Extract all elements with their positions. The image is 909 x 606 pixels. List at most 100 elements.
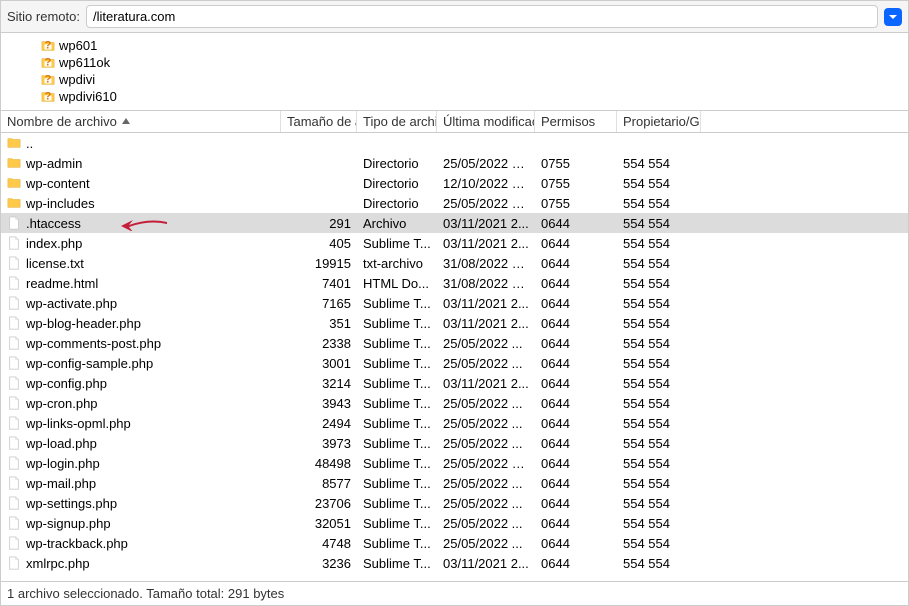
cell-owner: 554 554 xyxy=(617,376,701,391)
remote-tree-panel: ? wp601 ? wp611ok ? wpdivi ? wpdivi610 xyxy=(1,33,908,111)
tree-item[interactable]: ? wp611ok xyxy=(41,54,908,71)
file-icon xyxy=(7,536,21,550)
file-row[interactable]: wp-config-sample.php 3001 Sublime T... 2… xyxy=(1,353,908,373)
file-row[interactable]: wp-load.php 3973 Sublime T... 25/05/2022… xyxy=(1,433,908,453)
file-row[interactable]: wp-blog-header.php 351 Sublime T... 03/1… xyxy=(1,313,908,333)
file-row[interactable]: wp-content Directorio 12/10/2022 0... 07… xyxy=(1,173,908,193)
svg-text:?: ? xyxy=(45,90,52,102)
file-row[interactable]: wp-mail.php 8577 Sublime T... 25/05/2022… xyxy=(1,473,908,493)
cell-permissions: 0644 xyxy=(535,556,617,571)
file-name-label: .htaccess xyxy=(26,216,81,231)
file-row[interactable]: wp-activate.php 7165 Sublime T... 03/11/… xyxy=(1,293,908,313)
remote-site-label: Sitio remoto: xyxy=(7,9,80,24)
file-row[interactable]: .. xyxy=(1,133,908,153)
cell-name: wp-config.php xyxy=(1,376,281,391)
cell-type: Sublime T... xyxy=(357,236,437,251)
column-header-name[interactable]: Nombre de archivo xyxy=(1,111,281,132)
cell-date: 03/11/2021 2... xyxy=(437,556,535,571)
cell-type: Sublime T... xyxy=(357,456,437,471)
cell-owner: 554 554 xyxy=(617,536,701,551)
file-row[interactable]: wp-trackback.php 4748 Sublime T... 25/05… xyxy=(1,533,908,553)
tree-item[interactable]: ? wpdivi610 xyxy=(41,88,908,105)
column-header-size[interactable]: Tamaño de ar xyxy=(281,111,357,132)
cell-size: 23706 xyxy=(281,496,357,511)
file-name-label: wp-trackback.php xyxy=(26,536,128,551)
file-row[interactable]: wp-cron.php 3943 Sublime T... 25/05/2022… xyxy=(1,393,908,413)
cell-name: .. xyxy=(1,136,281,151)
cell-owner: 554 554 xyxy=(617,476,701,491)
cell-name: wp-load.php xyxy=(1,436,281,451)
cell-size: 3236 xyxy=(281,556,357,571)
cell-size: 7401 xyxy=(281,276,357,291)
file-row[interactable]: wp-signup.php 32051 Sublime T... 25/05/2… xyxy=(1,513,908,533)
file-row[interactable]: wp-login.php 48498 Sublime T... 25/05/20… xyxy=(1,453,908,473)
tree-item[interactable]: ? wp601 xyxy=(41,37,908,54)
column-header-permissions[interactable]: Permisos xyxy=(535,111,617,132)
cell-permissions: 0644 xyxy=(535,256,617,271)
cell-type: HTML Do... xyxy=(357,276,437,291)
file-row[interactable]: wp-links-opml.php 2494 Sublime T... 25/0… xyxy=(1,413,908,433)
folder-icon xyxy=(7,136,21,150)
folder-unknown-icon: ? xyxy=(41,56,55,70)
file-list[interactable]: .. wp-admin Directorio 25/05/2022 0... 0… xyxy=(1,133,908,581)
file-row[interactable]: wp-settings.php 23706 Sublime T... 25/05… xyxy=(1,493,908,513)
cell-permissions: 0644 xyxy=(535,496,617,511)
cell-permissions: 0644 xyxy=(535,356,617,371)
cell-date: 25/05/2022 ... xyxy=(437,476,535,491)
cell-name: license.txt xyxy=(1,256,281,271)
cell-permissions: 0755 xyxy=(535,196,617,211)
cell-permissions: 0644 xyxy=(535,296,617,311)
tree-item-label: wp611ok xyxy=(59,55,110,70)
cell-owner: 554 554 xyxy=(617,156,701,171)
file-row[interactable]: xmlrpc.php 3236 Sublime T... 03/11/2021 … xyxy=(1,553,908,573)
cell-size: 351 xyxy=(281,316,357,331)
remote-path-input[interactable] xyxy=(86,5,878,28)
cell-type: Sublime T... xyxy=(357,396,437,411)
file-row[interactable]: license.txt 19915 txt-archivo 31/08/2022… xyxy=(1,253,908,273)
cell-permissions: 0644 xyxy=(535,516,617,531)
folder-unknown-icon: ? xyxy=(41,39,55,53)
cell-type: Sublime T... xyxy=(357,556,437,571)
file-name-label: index.php xyxy=(26,236,82,251)
cell-size: 3943 xyxy=(281,396,357,411)
file-row[interactable]: readme.html 7401 HTML Do... 31/08/2022 0… xyxy=(1,273,908,293)
cell-name: wp-activate.php xyxy=(1,296,281,311)
cell-owner: 554 554 xyxy=(617,396,701,411)
cell-name: wp-config-sample.php xyxy=(1,356,281,371)
cell-size: 3214 xyxy=(281,376,357,391)
remote-site-bar: Sitio remoto: xyxy=(1,1,908,33)
file-icon xyxy=(7,476,21,490)
cell-type: txt-archivo xyxy=(357,256,437,271)
file-row[interactable]: wp-comments-post.php 2338 Sublime T... 2… xyxy=(1,333,908,353)
cell-date: 03/11/2021 2... xyxy=(437,236,535,251)
file-name-label: wp-blog-header.php xyxy=(26,316,141,331)
file-name-label: wp-includes xyxy=(26,196,95,211)
file-row[interactable]: wp-includes Directorio 25/05/2022 0... 0… xyxy=(1,193,908,213)
cell-permissions: 0644 xyxy=(535,476,617,491)
file-row[interactable]: .htaccess 291 Archivo 03/11/2021 2... 06… xyxy=(1,213,908,233)
file-name-label: wp-content xyxy=(26,176,90,191)
file-name-label: wp-settings.php xyxy=(26,496,117,511)
cell-name: wp-content xyxy=(1,176,281,191)
file-row[interactable]: wp-admin Directorio 25/05/2022 0... 0755… xyxy=(1,153,908,173)
cell-date: 25/05/2022 0... xyxy=(437,156,535,171)
cell-name: wp-signup.php xyxy=(1,516,281,531)
path-dropdown-button[interactable] xyxy=(884,8,902,26)
cell-type: Sublime T... xyxy=(357,336,437,351)
cell-date: 03/11/2021 2... xyxy=(437,216,535,231)
file-row[interactable]: index.php 405 Sublime T... 03/11/2021 2.… xyxy=(1,233,908,253)
file-name-label: wp-cron.php xyxy=(26,396,98,411)
file-row[interactable]: wp-config.php 3214 Sublime T... 03/11/20… xyxy=(1,373,908,393)
cell-permissions: 0644 xyxy=(535,316,617,331)
file-name-label: wp-mail.php xyxy=(26,476,96,491)
file-name-label: license.txt xyxy=(26,256,84,271)
cell-size: 2338 xyxy=(281,336,357,351)
column-header-type[interactable]: Tipo de archiv xyxy=(357,111,437,132)
cell-owner: 554 554 xyxy=(617,356,701,371)
cell-permissions: 0755 xyxy=(535,176,617,191)
file-name-label: wp-links-opml.php xyxy=(26,416,131,431)
cell-owner: 554 554 xyxy=(617,316,701,331)
column-header-owner[interactable]: Propietario/Gru xyxy=(617,111,701,132)
column-header-date[interactable]: Última modificació xyxy=(437,111,535,132)
tree-item[interactable]: ? wpdivi xyxy=(41,71,908,88)
